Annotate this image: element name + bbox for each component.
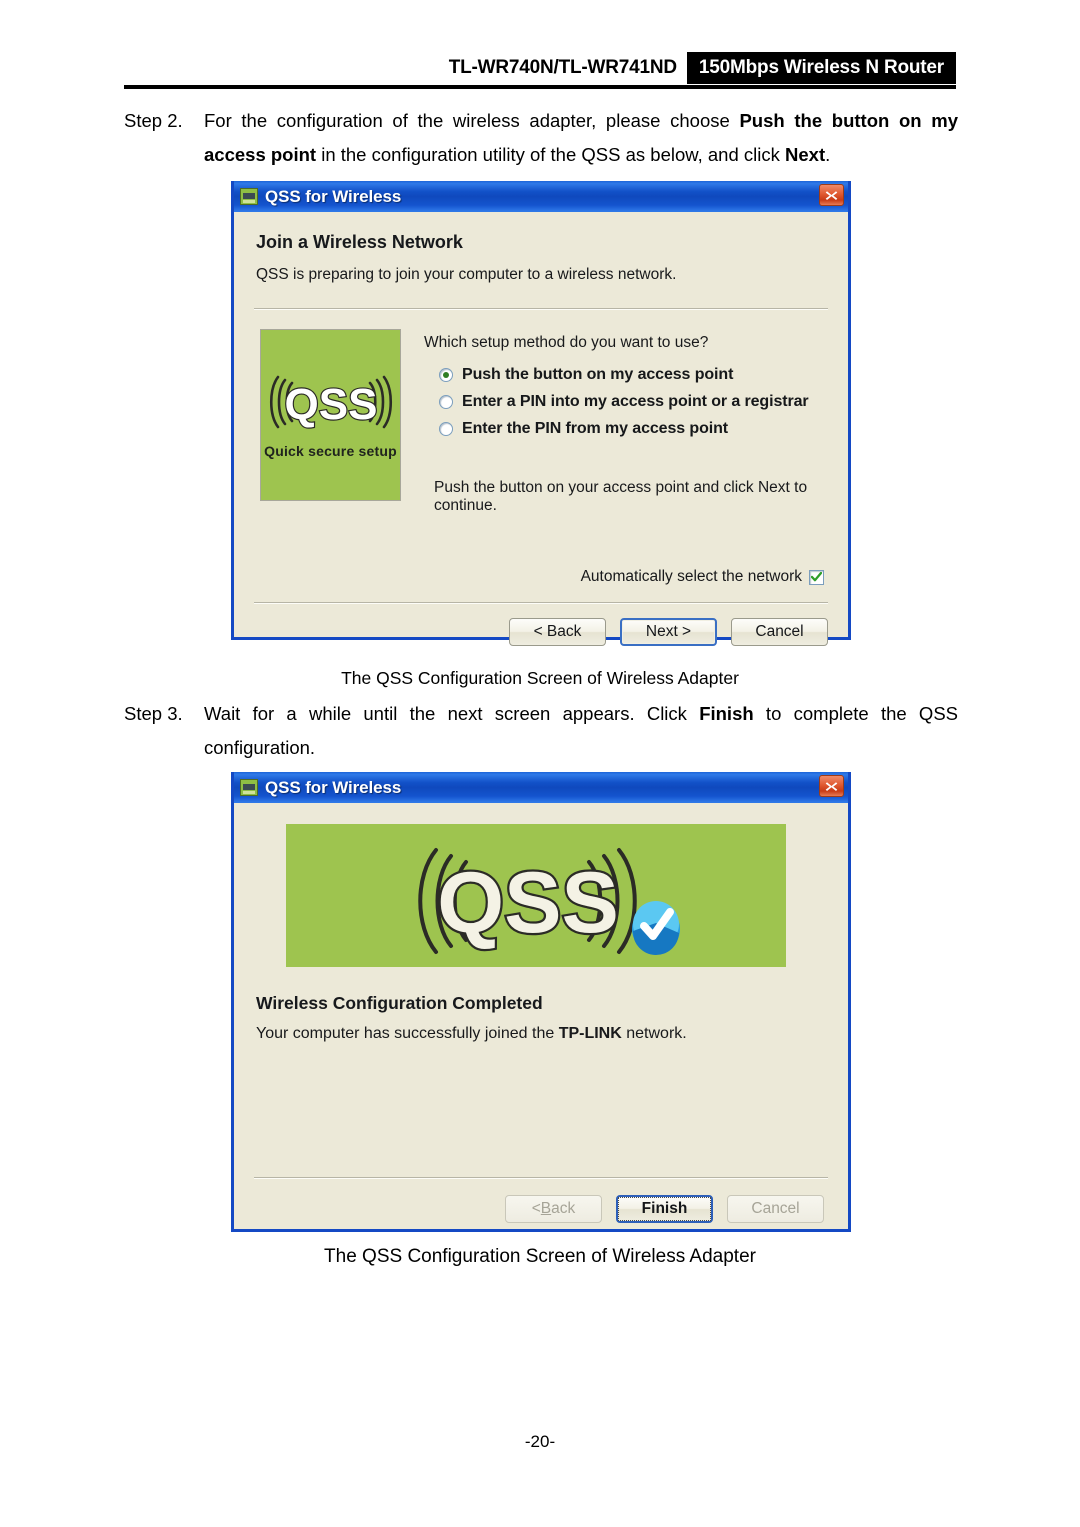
step-2-paragraph: Step 2. For the configuration of the wir… <box>124 104 958 172</box>
dialog2-separator <box>254 1177 828 1179</box>
qss-wordmark-with-waves: QSS <box>269 375 392 430</box>
step-2-label: Step 2. <box>124 110 183 131</box>
figure-caption-1: The QSS Configuration Screen of Wireless… <box>341 668 739 688</box>
setup-method-radio-group[interactable]: Push the button on my access point Enter… <box>439 366 809 447</box>
finish-button[interactable]: Finish <box>616 1195 713 1223</box>
close-icon[interactable] <box>819 184 844 206</box>
dialog1-subtitle: QSS is preparing to join your computer t… <box>256 266 677 283</box>
close-x-glyph <box>825 190 838 200</box>
radio-icon-push-button[interactable] <box>439 368 453 382</box>
step-3-text-a: Wait for a while until the next screen a… <box>204 703 700 724</box>
back-button: < Back <box>505 1195 602 1223</box>
radio-option-enter-pin-into[interactable]: Enter a PIN into my access point or a re… <box>439 393 809 411</box>
dialog2-button-row: < Back Finish Cancel <box>505 1195 824 1223</box>
close-icon[interactable] <box>819 775 844 797</box>
dialog1-titlebar[interactable]: QSS for Wireless <box>234 181 848 212</box>
step-2-text-c: . <box>825 144 831 165</box>
qss-wireless-dialog-step3[interactable]: QSS for Wireless QSS Wireless Configurat… <box>231 772 851 1232</box>
setup-method-hint: Push the button on your access point and… <box>434 479 808 514</box>
radio-option-push-button[interactable]: Push the button on my access point <box>439 366 809 384</box>
next-button[interactable]: Next > <box>620 618 717 646</box>
dialog2-titlebar[interactable]: QSS for Wireless <box>234 772 848 803</box>
radio-label-push-button: Push the button on my access point <box>462 366 734 383</box>
auto-select-network-checkbox[interactable] <box>809 569 824 585</box>
radio-label-enter-pin-from: Enter the PIN from my access point <box>462 420 729 437</box>
step-3-text: Wait for a while until the next screen a… <box>204 697 958 765</box>
step-2-text: For the configuration of the wireless ad… <box>204 104 958 172</box>
radio-option-enter-pin-from[interactable]: Enter the PIN from my access point <box>439 420 809 438</box>
step-2-text-a: For the configuration of the wireless ad… <box>204 110 740 131</box>
dialog1-button-row: < Back Next > Cancel <box>509 618 828 646</box>
header-model-text: TL-WR740N/TL-WR741ND <box>448 57 677 78</box>
header-product-badge: 150Mbps Wireless N Router <box>686 52 956 84</box>
back-button[interactable]: < Back <box>509 618 606 646</box>
finish-button-label: Finish <box>618 1197 711 1221</box>
step-3-label: Step 3. <box>124 703 183 724</box>
dialog2-text-b: network. <box>621 1025 687 1042</box>
setup-method-question: Which setup method do you want to use? <box>424 334 709 351</box>
dialog1-heading: Join a Wireless Network <box>256 232 463 252</box>
auto-select-network-row[interactable]: Automatically select the network <box>581 568 824 586</box>
qss-logo-panel: QSS Quick secure setup <box>260 329 401 501</box>
step-3-paragraph: Step 3. Wait for a while until the next … <box>124 697 958 765</box>
checkmark-icon <box>811 572 822 582</box>
qss-logo-caption: Quick secure setup <box>264 443 397 459</box>
step-3-bold-a: Finish <box>699 703 754 724</box>
radio-label-enter-pin-into: Enter a PIN into my access point or a re… <box>462 393 809 410</box>
cancel-button[interactable]: Cancel <box>731 618 828 646</box>
step-2-bold-b: Next <box>785 144 826 165</box>
dialog2-body: QSS Wireless Configuration Completed You… <box>234 803 848 1229</box>
dialog2-text-a: Your computer has successfully joined th… <box>256 1025 559 1042</box>
radio-icon-enter-pin-into[interactable] <box>439 395 453 409</box>
dialog2-network-name: TP-LINK <box>558 1025 622 1042</box>
dialog1-body: Join a Wireless Network QSS is preparing… <box>234 212 848 646</box>
step-2-text-b: in the configuration utility of the QSS … <box>316 144 786 165</box>
dialog1-separator-top <box>254 308 828 310</box>
cancel-button: Cancel <box>727 1195 824 1223</box>
page-header: TL-WR740N/TL-WR741ND 150Mbps Wireless N … <box>124 52 956 89</box>
header-divider-rule <box>124 85 956 89</box>
qss-app-icon <box>240 188 258 205</box>
blue-check-badge-icon <box>632 900 680 955</box>
qss-success-banner: QSS <box>286 824 786 967</box>
dialog1-separator-bottom <box>254 602 828 604</box>
dialog1-title: QSS for Wireless <box>265 186 402 206</box>
back-accel-letter: B <box>540 1200 552 1217</box>
svg-text:QSS: QSS <box>284 380 377 429</box>
svg-text:QSS: QSS <box>437 855 619 951</box>
qss-wordmark-with-waves: QSS <box>418 847 680 955</box>
figure-caption-2: The QSS Configuration Screen of Wireless… <box>324 1246 756 1267</box>
dialog2-title: QSS for Wireless <box>265 777 402 797</box>
dialog2-status-text: Your computer has successfully joined th… <box>256 1025 687 1043</box>
close-x-glyph <box>825 781 838 791</box>
qss-app-icon <box>240 779 258 796</box>
auto-select-network-label: Automatically select the network <box>580 568 802 585</box>
qss-logo-mark: QSS <box>265 371 397 433</box>
dialog2-heading: Wireless Configuration Completed <box>256 993 543 1013</box>
page-number: -20- <box>524 1432 556 1451</box>
qss-wireless-dialog-step2[interactable]: QSS for Wireless Join a Wireless Network… <box>231 181 851 646</box>
radio-icon-enter-pin-from[interactable] <box>439 422 453 436</box>
